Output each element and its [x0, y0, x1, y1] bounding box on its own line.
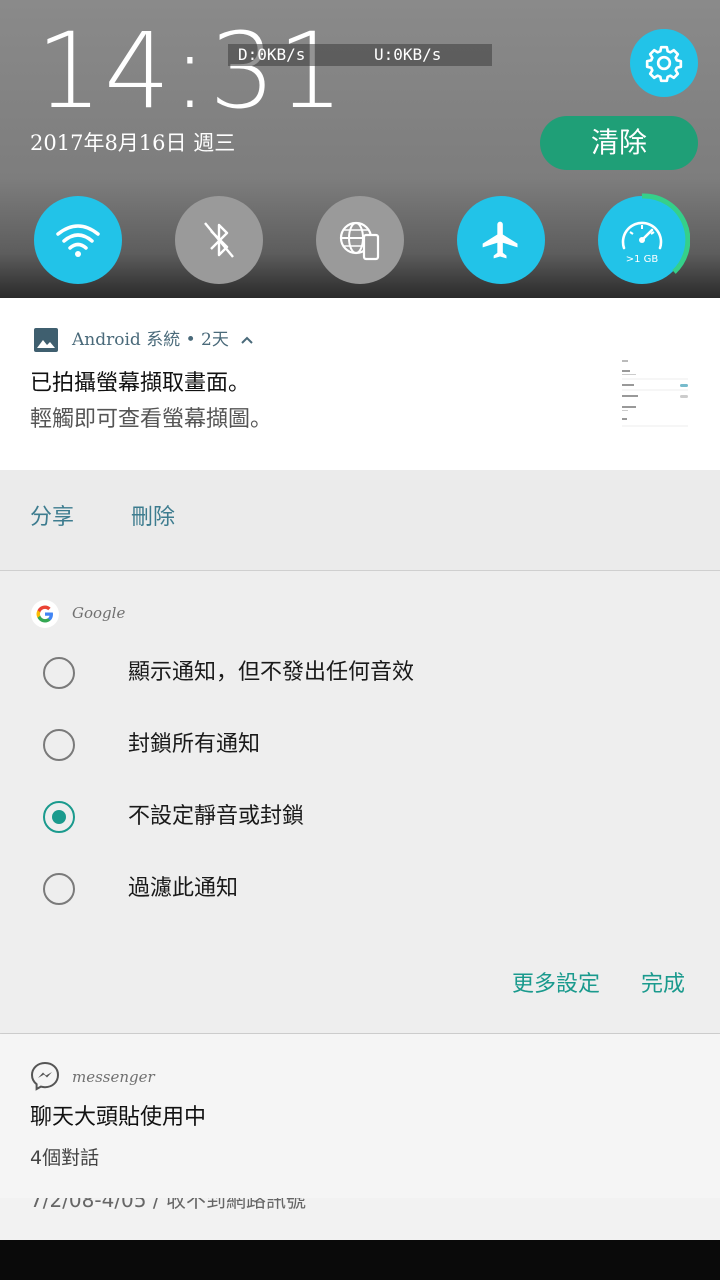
radio-no-silence-or-block[interactable] — [43, 801, 75, 833]
messenger-app-name: messenger — [72, 1068, 155, 1086]
wifi-icon — [56, 224, 100, 257]
date: 2017年8月16日 週三 — [30, 131, 236, 155]
globe-phone-icon — [339, 221, 380, 261]
network-speed-indicator: D:0KB/s U:0KB/s — [228, 44, 492, 66]
google-notification-settings — [0, 571, 720, 1034]
more-settings-button[interactable]: 更多設定 — [512, 969, 600, 1001]
notification-text: 輕觸即可查看螢幕擷圖。 — [30, 407, 273, 432]
delete-button[interactable]: 刪除 — [131, 502, 175, 534]
option-label-no-silence-or-block[interactable]: 不設定靜音或封鎖 — [128, 801, 304, 833]
clear-all-button[interactable]: 清除 — [540, 116, 698, 170]
notification-shade-header: 14:31 D:0KB/s U:0KB/s 2017年8月16日 週三 清除 >… — [0, 0, 720, 298]
bluetooth-off-icon — [204, 222, 234, 258]
settings-button[interactable] — [630, 29, 698, 97]
radio-silent[interactable] — [43, 657, 75, 689]
download-speed: D:0KB/s — [238, 45, 306, 64]
share-button[interactable]: 分享 — [30, 502, 74, 534]
image-icon — [34, 328, 58, 352]
airplane-mode-toggle[interactable] — [457, 196, 545, 284]
messenger-title: 聊天大頭貼使用中 — [30, 1105, 207, 1130]
option-label-silent[interactable]: 顯示通知，但不發出任何音效 — [128, 657, 414, 689]
navigation-bar — [0, 1240, 720, 1280]
radio-filter[interactable] — [43, 873, 75, 905]
messenger-text: 4個對話 — [30, 1147, 100, 1169]
chevron-up-icon[interactable] — [240, 326, 254, 354]
gear-icon — [645, 45, 683, 83]
hidden-notification-text: 7/2/08-4/05 / 收不到網路訊號 — [30, 1198, 306, 1212]
bluetooth-toggle[interactable] — [175, 196, 263, 284]
notification-title: 已拍攝螢幕擷取畫面。 — [30, 371, 251, 396]
mobile-data-toggle[interactable] — [316, 196, 404, 284]
radio-block-all[interactable] — [43, 729, 75, 761]
google-icon — [31, 600, 59, 628]
clock: 14:31 — [36, 10, 346, 132]
screenshot-preview-image — [616, 356, 690, 432]
upload-speed: U:0KB/s — [374, 45, 442, 64]
hidden-notification[interactable]: 7/2/08-4/05 / 收不到網路訊號 — [0, 1198, 720, 1240]
messenger-icon — [30, 1061, 60, 1091]
notification-actions — [0, 470, 720, 571]
airplane-icon — [482, 221, 518, 259]
google-app-name: Google — [72, 604, 126, 622]
done-button[interactable]: 完成 — [641, 969, 685, 1001]
option-label-filter[interactable]: 過濾此通知 — [128, 873, 238, 905]
screenshot-thumbnail[interactable] — [616, 356, 690, 432]
option-label-block-all[interactable]: 封鎖所有通知 — [128, 729, 260, 761]
wifi-toggle[interactable] — [34, 196, 122, 284]
notification-app-name: Android 系統 • 2天 — [72, 326, 254, 354]
data-usage-ring — [641, 193, 690, 274]
